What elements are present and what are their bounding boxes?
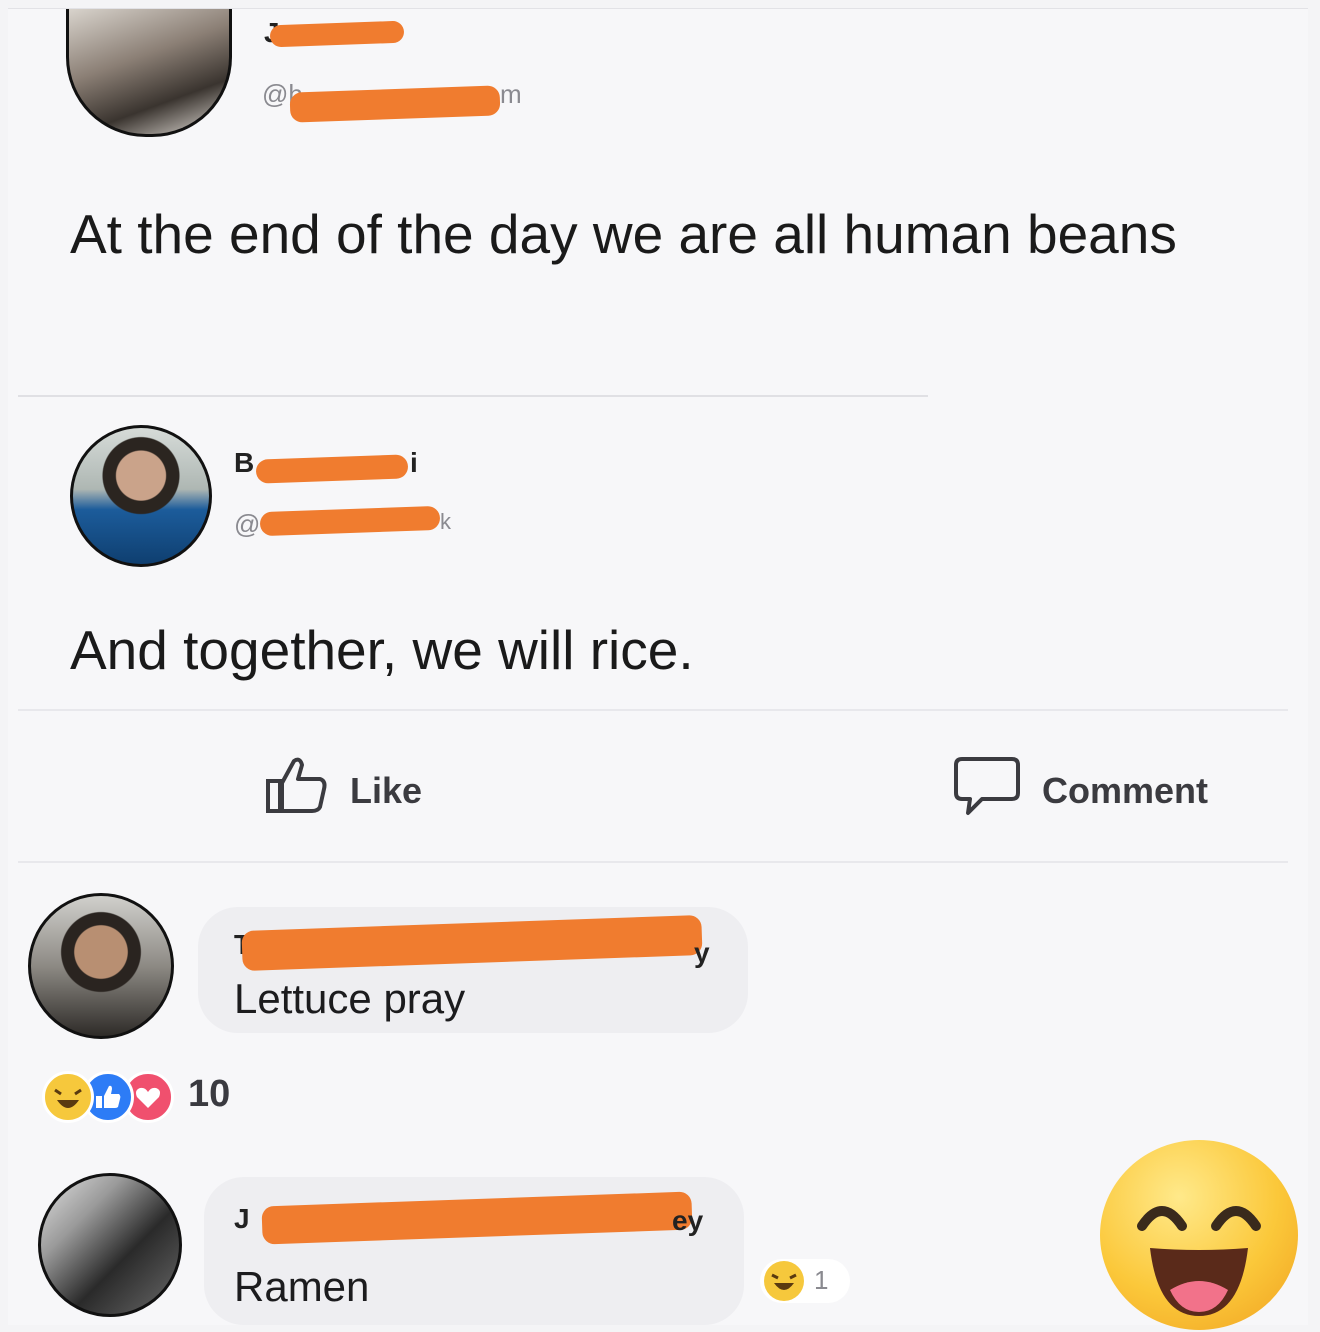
reply-divider [18, 709, 1288, 711]
post-divider [18, 395, 928, 397]
post-handle-tail: m [500, 79, 522, 109]
comment-2-author-tail: ey [672, 1205, 704, 1236]
reply-author-avatar[interactable] [70, 425, 212, 567]
comment-2-reactions[interactable]: 1 [760, 1259, 850, 1303]
comment-1-reactions[interactable]: 10 [42, 1069, 302, 1123]
comment-button[interactable]: Comment [952, 753, 1208, 828]
haha-icon [764, 1261, 804, 1301]
like-button[interactable]: Like [264, 753, 422, 828]
comment-1-reaction-count: 10 [188, 1073, 231, 1115]
comment-2-avatar[interactable] [38, 1173, 182, 1317]
comment-2-author[interactable]: J [234, 1203, 250, 1235]
comment-1-avatar[interactable] [28, 893, 174, 1039]
laughing-face-icon [1100, 1140, 1298, 1330]
reply-author-handle: @ [234, 509, 261, 539]
comment-2-text: Ramen [234, 1263, 370, 1310]
haha-icon [42, 1071, 94, 1123]
comment-2-reaction-count: 1 [814, 1265, 829, 1295]
reply-handle-tail: k [440, 509, 451, 534]
actions-divider [18, 861, 1288, 863]
reply-author-tail: i [410, 447, 418, 478]
comment-1-author-tail: y [694, 937, 710, 968]
comment-label: Comment [1042, 769, 1209, 811]
post-author-redaction [269, 20, 405, 48]
speech-bubble-icon [952, 753, 1022, 828]
reply-handle-redaction [259, 505, 441, 537]
post-handle-redaction [289, 85, 501, 123]
post-text: At the end of the day we are all human b… [70, 203, 1177, 265]
reply-author-redaction [255, 454, 409, 484]
like-label: Like [350, 769, 423, 811]
post-card: J @h m At the end of the day we are all … [8, 8, 1308, 1325]
thumbs-up-icon [264, 753, 330, 828]
reply-text: And together, we will rice. [70, 619, 694, 681]
reply-author-name[interactable]: B [234, 447, 254, 479]
post-author-avatar[interactable] [66, 9, 232, 137]
comment-1-text: Lettuce pray [234, 975, 466, 1022]
